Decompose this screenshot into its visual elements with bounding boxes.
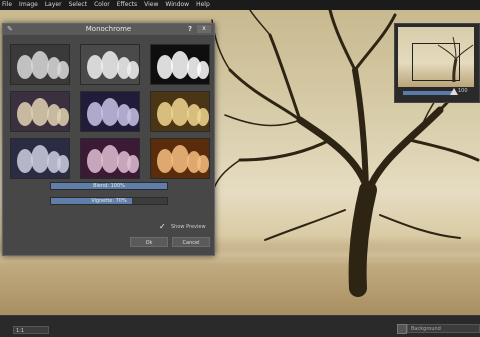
vignette-label: Vignette: 70% xyxy=(91,198,127,204)
cancel-button[interactable]: Cancel xyxy=(172,237,210,247)
layer-name-field[interactable]: Background xyxy=(407,324,480,333)
help-button[interactable]: ? xyxy=(188,25,192,33)
ok-button[interactable]: Ok xyxy=(130,237,168,247)
menu-item-select[interactable]: Select xyxy=(69,0,88,10)
preset-thumb-shape xyxy=(127,61,139,79)
preset-neutral[interactable] xyxy=(10,44,70,85)
layer-thumbnail[interactable] xyxy=(397,324,407,334)
menu-item-file[interactable]: File xyxy=(2,0,12,10)
preset-thumb-shape xyxy=(57,155,69,173)
navigator-zoom-slider[interactable] xyxy=(403,91,455,95)
preset-thumb-shape xyxy=(197,108,209,126)
preset-thumb-shape xyxy=(197,61,209,79)
menu-item-view[interactable]: View xyxy=(144,0,158,10)
show-preview-checkbox[interactable]: ✓ xyxy=(159,223,167,231)
preset-orange[interactable] xyxy=(150,138,210,179)
preset-light[interactable] xyxy=(80,44,140,85)
preset-thumb-shape xyxy=(197,155,209,173)
navigator-slider-handle[interactable] xyxy=(450,88,458,95)
preset-thumb-shape xyxy=(57,108,69,126)
blend-slider[interactable]: Blend: 100% xyxy=(50,182,168,190)
navigator-panel: 100 xyxy=(394,23,480,103)
menu-item-layer[interactable]: Layer xyxy=(45,0,62,10)
preset-magenta[interactable] xyxy=(80,138,140,179)
blend-label: Blend: 100% xyxy=(93,183,125,189)
preset-cool[interactable] xyxy=(10,138,70,179)
preset-sepia[interactable] xyxy=(10,91,70,132)
monochrome-dialog: ✎ Monochrome ? x Blend: 100% Vignette: 7… xyxy=(2,23,215,256)
preset-thumb-shape xyxy=(127,108,139,126)
menu-item-image[interactable]: Image xyxy=(19,0,38,10)
menu-item-help[interactable]: Help xyxy=(196,0,210,10)
navigator-zoom-value: 100 xyxy=(458,88,468,94)
menu-item-effects[interactable]: Effects xyxy=(117,0,137,10)
dialog-title: Monochrome xyxy=(85,25,132,33)
navigator-view-rect[interactable] xyxy=(412,43,460,81)
preset-thumb-shape xyxy=(127,155,139,173)
menu-bar: File Image Layer Select Color Effects View Wind… xyxy=(0,0,480,10)
preset-gold[interactable] xyxy=(150,91,210,132)
navigator-thumbnail[interactable] xyxy=(398,27,474,87)
menu-item-color[interactable]: Color xyxy=(94,0,110,10)
preset-thumb-shape xyxy=(57,61,69,79)
preset-contrast[interactable] xyxy=(150,44,210,85)
dialog-titlebar[interactable]: ✎ Monochrome ? x xyxy=(3,24,214,35)
menu-item-window[interactable]: Window xyxy=(165,0,189,10)
preset-blue[interactable] xyxy=(80,91,140,132)
status-bar: 1:1 Background xyxy=(0,315,480,337)
show-preview-label: Show Preview xyxy=(171,224,206,230)
vignette-slider[interactable]: Vignette: 70% xyxy=(50,197,168,205)
preset-grid xyxy=(10,44,210,200)
close-button[interactable]: x xyxy=(197,25,211,33)
zoom-select[interactable]: 1:1 xyxy=(13,326,49,334)
